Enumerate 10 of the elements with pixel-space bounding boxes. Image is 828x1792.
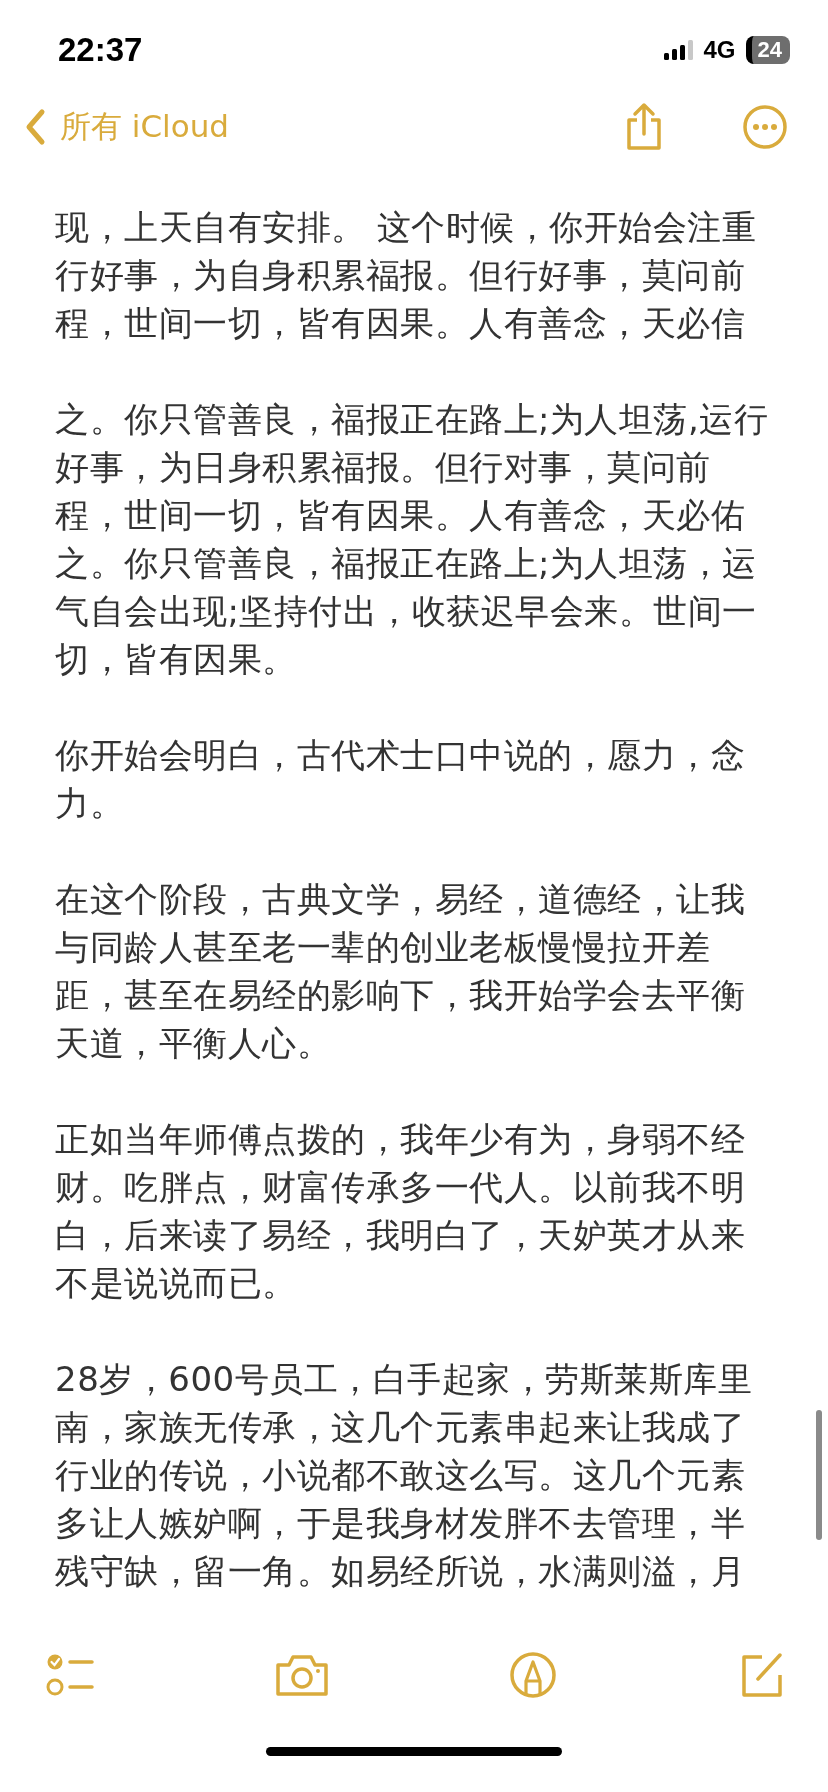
note-paragraph: 现，上天自有安排。 这个时候，你开始会注重 行好事，为自身积累福报。但行好事，莫问前 程，世间一切，皆有因果。人有善念，天必信 xyxy=(55,206,758,345)
note-paragraph: 在这个阶段，古典文学，易经，道德经，让我 与同龄人甚至老一辈的创业老板慢慢拉开差 距，甚至在易经的影响下，我开始学会去平衡 天道，平衡人心。 xyxy=(55,878,746,1065)
network-label: 4G xyxy=(703,36,736,64)
note-paragraph: 正如当年师傅点拨的，我年少有为，身弱不经 财。吃胖点，财富传承多一代人。以前我不明 白，后来读了易经，我明白了，天妒英才从来 不是说说而已。 xyxy=(55,1118,746,1305)
note-paragraph: 你开始会明白，古代术士口中说的，愿力，念 力。 xyxy=(55,734,746,825)
note-paragraph: 之。你只管善良，福报正在路上;为人坦荡,运行 好事，为日身积累福报。但行对事，莫问前 程，世间一切，皆有因果。人有善念，天必佑 之。你只管善良，福报正在路上;为人坦荡，运 气自会出现;坚持付出，收获迟早会来。世间一 切，皆有因果。 xyxy=(55,398,770,681)
status-time: 22:37 xyxy=(58,31,143,69)
note-paragraph: 28岁，600号员工，白手起家，劳斯莱斯库里 南，家族无传承，这几个元素串起来让我成了 行业的传说，小说都不敢这么写。这几个元素 多让人嫉妒啊，于是我身材发胖不去管理，半 残守缺，留一角。如易经所说，水满则溢，月 xyxy=(55,1358,754,1593)
back-button[interactable]: 所有 iCloud xyxy=(24,106,230,148)
battery-indicator: 24 xyxy=(745,36,790,64)
